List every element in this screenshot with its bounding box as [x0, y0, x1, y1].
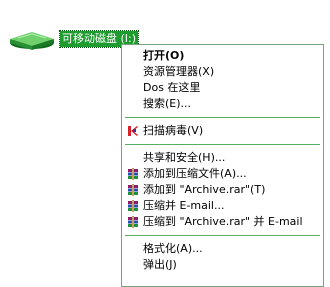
menu-item-add-to-archive[interactable]: 添加到压缩文件(A)...	[122, 166, 323, 182]
menu-item-eject[interactable]: 弹出(J)	[122, 257, 323, 273]
menu-item-add-to-archive-label: 添加到压缩文件(A)...	[143, 167, 247, 180]
menu-item-search[interactable]: 搜索(E)...	[122, 96, 323, 112]
winrar-archive-icon	[128, 184, 138, 196]
winrar-archive-icon	[128, 216, 138, 228]
menu-item-compress-rar-email-label: 压缩到 "Archive.rar" 并 E-mail	[143, 215, 303, 228]
menu-item-compress-email-label: 压缩并 E-mail...	[143, 199, 225, 212]
menu-item-format[interactable]: 格式化(A)...	[122, 241, 323, 257]
winrar-archive-icon	[128, 168, 138, 180]
menu-item-scan-virus[interactable]: 扫描病毒(V)	[122, 123, 323, 139]
menu-item-add-to-archive-rar[interactable]: 添加到 "Archive.rar"(T)	[122, 182, 323, 198]
menu-item-open[interactable]: 打开(O)	[122, 48, 323, 64]
antivirus-scan-icon	[128, 126, 138, 136]
winrar-archive-icon	[128, 200, 138, 212]
removable-drive-icon[interactable]	[6, 28, 58, 50]
menu-item-explorer[interactable]: 资源管理器(X)	[122, 64, 323, 80]
context-menu: 打开(O) 资源管理器(X) Dos 在这里 搜索(E)... 扫描病毒(V) …	[121, 44, 324, 287]
menu-item-dos-here-label: Dos 在这里	[143, 81, 201, 94]
menu-item-add-to-archive-rar-label: 添加到 "Archive.rar"(T)	[143, 183, 266, 196]
menu-item-dos-here[interactable]: Dos 在这里	[122, 80, 323, 96]
menu-item-eject-label: 弹出(J)	[143, 258, 177, 271]
menu-group-scan: 扫描病毒(V)	[122, 123, 323, 139]
menu-group-open: 打开(O) 资源管理器(X) Dos 在这里 搜索(E)...	[122, 48, 323, 112]
menu-group-drive: 格式化(A)... 弹出(J)	[122, 241, 323, 273]
menu-item-open-label: 打开(O)	[143, 49, 185, 62]
menu-separator	[125, 144, 320, 145]
menu-item-compress-rar-email[interactable]: 压缩到 "Archive.rar" 并 E-mail	[122, 214, 323, 230]
menu-item-search-label: 搜索(E)...	[143, 97, 192, 110]
menu-item-scan-virus-label: 扫描病毒(V)	[143, 124, 204, 137]
menu-item-compress-email[interactable]: 压缩并 E-mail...	[122, 198, 323, 214]
menu-item-share-security-label: 共享和安全(H)...	[143, 151, 226, 164]
menu-item-share-security[interactable]: 共享和安全(H)...	[122, 150, 323, 166]
menu-separator	[125, 235, 320, 236]
removable-drive-item[interactable]: 可移动磁盘 (I:)	[6, 28, 140, 50]
menu-item-explorer-label: 资源管理器(X)	[143, 65, 215, 78]
menu-group-share-archive: 共享和安全(H)... 添加到压缩文件(A)... 添加到 "Archive.r…	[122, 150, 323, 230]
menu-separator	[125, 117, 320, 118]
menu-item-format-label: 格式化(A)...	[143, 242, 203, 255]
